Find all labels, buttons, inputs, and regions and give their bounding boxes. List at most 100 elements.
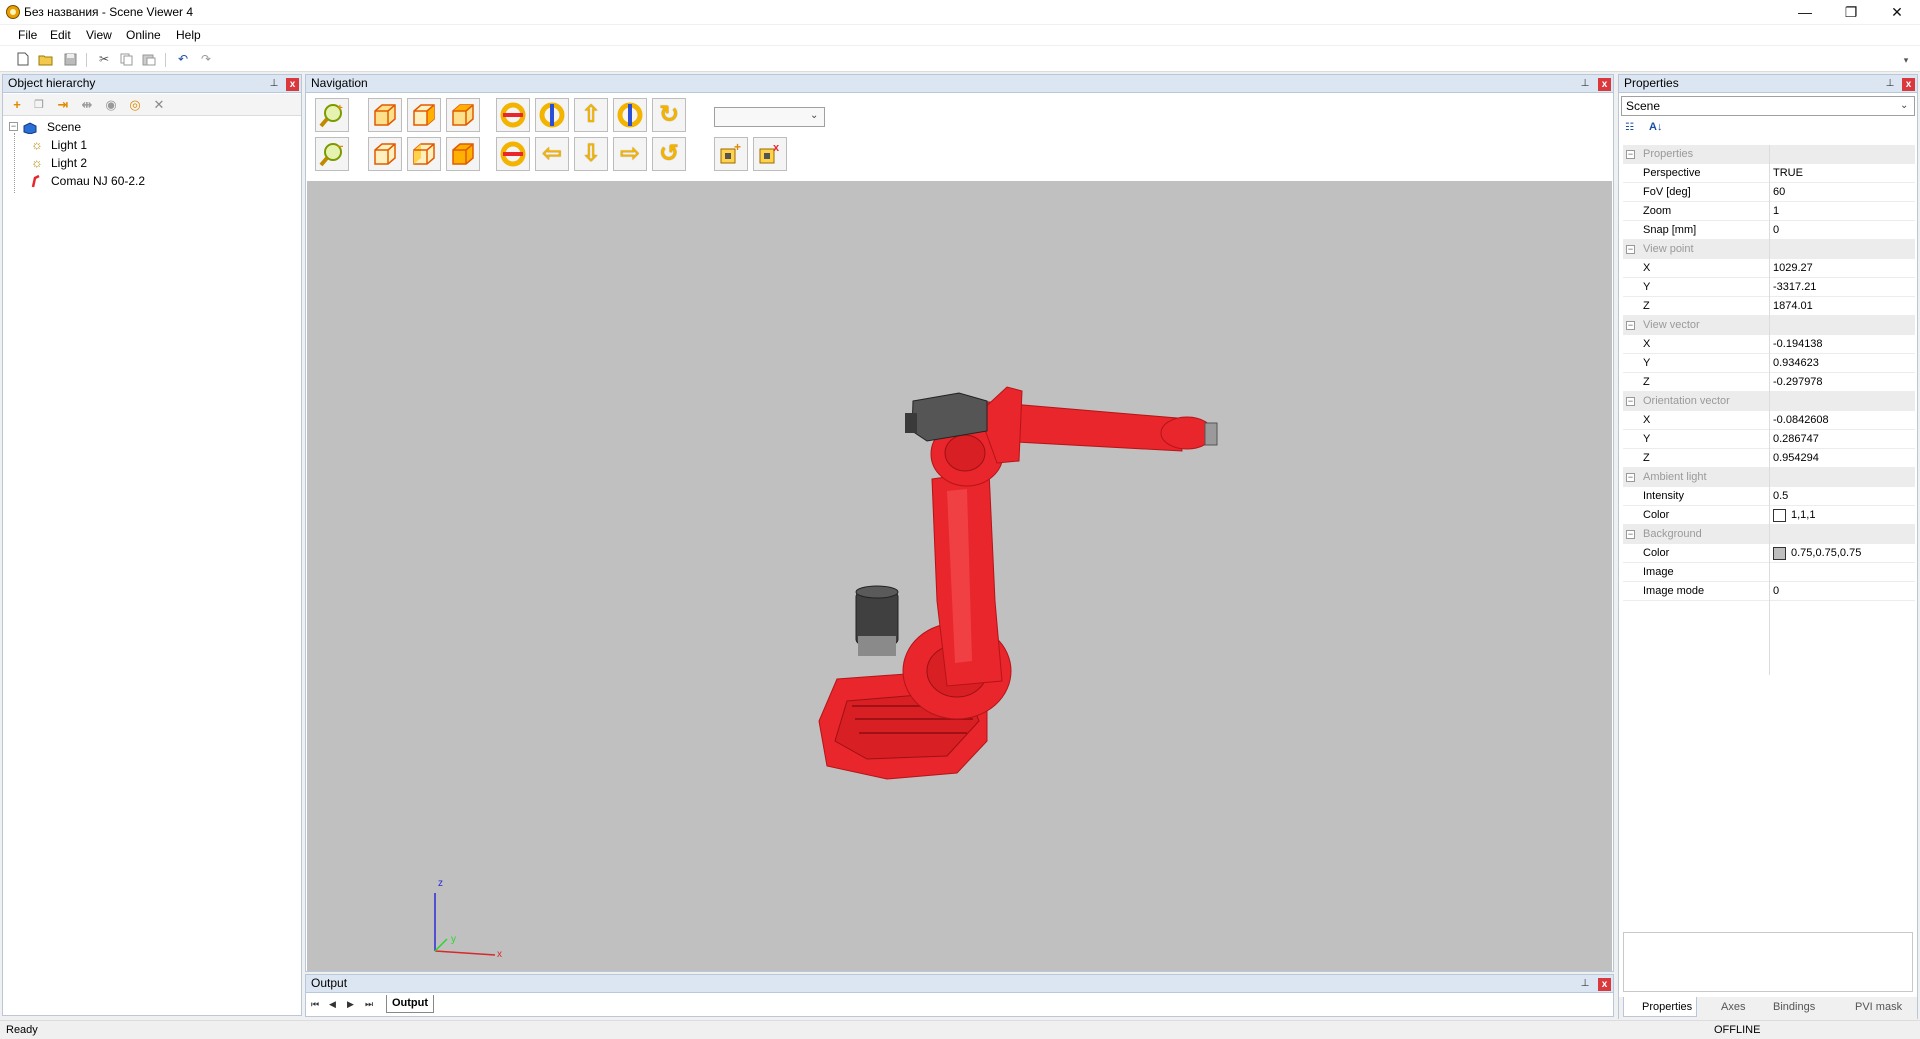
property-value[interactable]: 1029.27 bbox=[1773, 259, 1813, 278]
property-value[interactable]: 1,1,1 bbox=[1791, 506, 1815, 525]
pan-left-button[interactable]: ⇦ bbox=[535, 137, 569, 171]
navigation-close-icon[interactable]: x bbox=[1598, 78, 1611, 91]
collapse-icon[interactable]: − bbox=[1626, 321, 1635, 330]
tab-pvi-mask[interactable]: PVI mask bbox=[1837, 997, 1906, 1017]
rotate-ccw-button[interactable]: ↺ bbox=[652, 137, 686, 171]
view-back-button[interactable] bbox=[368, 137, 402, 171]
zoom-out-button[interactable]: − bbox=[315, 137, 349, 171]
property-value[interactable]: -0.194138 bbox=[1773, 335, 1823, 354]
first-tab-icon[interactable]: ⏮ bbox=[311, 999, 319, 1010]
rotate-left-button[interactable] bbox=[496, 98, 530, 132]
view-other-side-button[interactable] bbox=[407, 137, 441, 171]
toolbar-overflow-icon[interactable]: ▾ bbox=[1898, 52, 1914, 68]
new-file-icon[interactable] bbox=[15, 51, 31, 67]
open-folder-icon[interactable] bbox=[38, 51, 54, 67]
categorized-icon[interactable]: ☷ bbox=[1625, 122, 1641, 138]
property-value[interactable]: 0.954294 bbox=[1773, 449, 1819, 468]
split-icon[interactable]: ⇹ bbox=[79, 97, 95, 113]
collapse-icon[interactable]: − bbox=[1626, 397, 1635, 406]
eye-icon[interactable]: ◉ bbox=[103, 97, 119, 113]
last-tab-icon[interactable]: ⏭ bbox=[365, 999, 373, 1010]
pan-up-button[interactable]: ⇧ bbox=[574, 98, 608, 132]
collapse-icon[interactable]: − bbox=[1626, 245, 1635, 254]
collapse-icon[interactable]: − bbox=[1626, 150, 1635, 159]
property-name: Zoom bbox=[1643, 205, 1672, 217]
pan-down-button[interactable]: ⇩ bbox=[574, 137, 608, 171]
menu-help[interactable]: Help bbox=[176, 28, 201, 42]
property-value[interactable]: -0.0842608 bbox=[1773, 411, 1829, 430]
hide-eye-icon[interactable]: ◎ bbox=[127, 97, 143, 113]
rotate-cw-button[interactable]: ↻ bbox=[652, 98, 686, 132]
pin-icon[interactable]: ⊥ bbox=[269, 79, 279, 89]
property-value[interactable]: 0 bbox=[1773, 582, 1779, 601]
close-button[interactable]: ✕ bbox=[1874, 0, 1920, 24]
menu-online[interactable]: Online bbox=[126, 28, 161, 42]
hierarchy-close-icon[interactable]: x bbox=[286, 78, 299, 91]
undo-icon[interactable]: ↶ bbox=[175, 51, 191, 67]
pin-icon[interactable]: ⊥ bbox=[1885, 79, 1895, 89]
property-value[interactable]: 0.75,0.75,0.75 bbox=[1791, 544, 1861, 563]
remove-camera-button[interactable]: x bbox=[753, 137, 787, 171]
menu-edit[interactable]: Edit bbox=[50, 28, 71, 42]
copy-icon[interactable] bbox=[118, 51, 134, 67]
sort-alpha-icon[interactable]: A↓ bbox=[1649, 121, 1665, 137]
property-value[interactable]: TRUE bbox=[1773, 164, 1803, 183]
property-value[interactable]: 0.934623 bbox=[1773, 354, 1819, 373]
delete-icon[interactable]: ✕ bbox=[151, 97, 167, 113]
property-name: Z bbox=[1643, 376, 1650, 388]
3d-viewport[interactable]: z y x bbox=[307, 181, 1612, 971]
property-value[interactable]: 1 bbox=[1773, 202, 1779, 221]
output-tab[interactable]: Output bbox=[386, 995, 434, 1013]
maximize-button[interactable]: ❐ bbox=[1828, 0, 1874, 24]
view-front-button[interactable] bbox=[368, 98, 402, 132]
roll-button[interactable] bbox=[613, 98, 647, 132]
add-icon[interactable]: + bbox=[9, 97, 25, 113]
output-close-icon[interactable]: x bbox=[1598, 978, 1611, 991]
collapse-icon[interactable]: − bbox=[1626, 530, 1635, 539]
property-value[interactable]: 60 bbox=[1773, 183, 1785, 202]
color-swatch[interactable] bbox=[1773, 509, 1786, 522]
prev-tab-icon[interactable]: ◀ bbox=[329, 999, 336, 1010]
pin-icon[interactable]: ⊥ bbox=[1580, 79, 1590, 89]
pin-icon[interactable]: ⊥ bbox=[1580, 979, 1590, 989]
tree-label-light2: Light 2 bbox=[51, 156, 88, 170]
property-value[interactable]: 0.5 bbox=[1773, 487, 1788, 506]
cut-icon[interactable]: ✂ bbox=[96, 51, 112, 67]
view-select[interactable]: ⌄ bbox=[714, 107, 825, 127]
join-icon[interactable]: ⇥ bbox=[55, 97, 71, 113]
properties-close-icon[interactable]: x bbox=[1902, 78, 1915, 91]
robot-model bbox=[818, 386, 1218, 780]
view-top-button[interactable] bbox=[446, 98, 480, 132]
menu-view[interactable]: View bbox=[86, 28, 112, 42]
property-value[interactable]: 0 bbox=[1773, 221, 1779, 240]
duplicate-icon[interactable]: ❐ bbox=[31, 97, 47, 113]
property-value[interactable]: 1874.01 bbox=[1773, 297, 1813, 316]
hierarchy-header: Object hierarchy bbox=[3, 75, 301, 93]
zoom-in-button[interactable]: + bbox=[315, 98, 349, 132]
minimize-button[interactable]: — bbox=[1782, 0, 1828, 24]
tab-bindings[interactable]: Bindings bbox=[1755, 997, 1819, 1017]
add-camera-button[interactable]: + bbox=[714, 137, 748, 171]
collapse-icon[interactable]: − bbox=[1626, 473, 1635, 482]
next-tab-icon[interactable]: ▶ bbox=[347, 999, 354, 1010]
pan-right-button[interactable]: ⇨ bbox=[613, 137, 647, 171]
property-grid: − Properties Perspective TRUE FoV [deg] 60 Zoo… bbox=[1619, 145, 1917, 945]
menu-file[interactable]: File bbox=[18, 28, 37, 42]
property-name: Y bbox=[1643, 433, 1651, 445]
redo-icon[interactable]: ↷ bbox=[198, 51, 214, 67]
paste-icon[interactable] bbox=[141, 51, 157, 67]
color-swatch[interactable] bbox=[1773, 547, 1786, 560]
property-value[interactable]: -0.297978 bbox=[1773, 373, 1823, 392]
view-bottom-button[interactable] bbox=[446, 137, 480, 171]
property-value[interactable]: 0.286747 bbox=[1773, 430, 1819, 449]
view-side-button[interactable] bbox=[407, 98, 441, 132]
property-value[interactable]: -3317.21 bbox=[1773, 278, 1816, 297]
rotate-vertical-button[interactable] bbox=[535, 98, 569, 132]
rotate-right-button[interactable] bbox=[496, 137, 530, 171]
save-icon[interactable] bbox=[62, 51, 78, 67]
object-select-value: Scene bbox=[1626, 99, 1661, 113]
tab-axes[interactable]: Axes bbox=[1703, 997, 1749, 1017]
object-select[interactable]: Scene ⌄ bbox=[1621, 96, 1915, 116]
collapse-icon[interactable]: − bbox=[9, 122, 18, 131]
tab-properties[interactable]: Properties bbox=[1623, 997, 1698, 1017]
